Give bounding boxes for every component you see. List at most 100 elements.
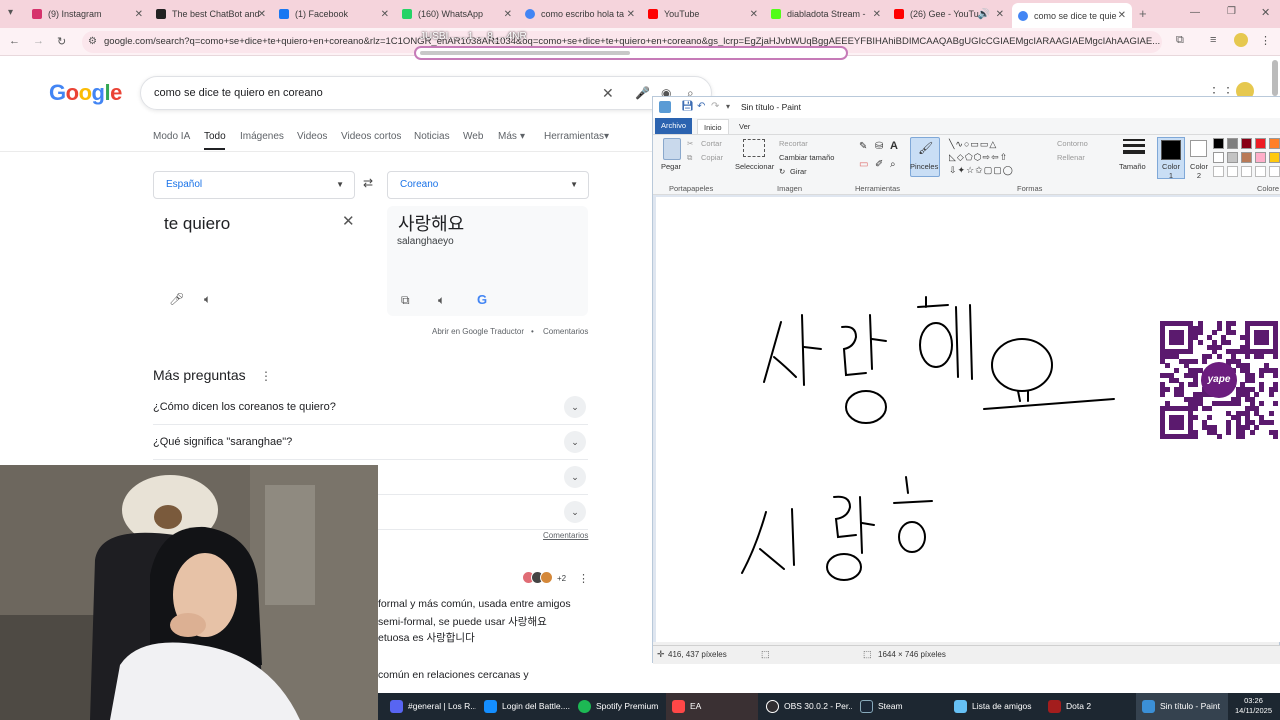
tab-google-hola[interactable]: como escribo hola ta ✕ [519,3,641,25]
tab-instagram[interactable]: (9) Instagram ✕ [26,3,149,25]
quick-access-dropdown-icon[interactable]: ▾ [726,97,730,117]
close-icon[interactable]: ✕ [996,9,1004,20]
target-language-select[interactable]: Coreano ▼ [387,171,589,199]
taskbar-dota2[interactable]: Dota 2 [1042,693,1134,720]
maximize-icon[interactable]: ❐ [1227,6,1236,17]
faq-item[interactable]: ¿Qué significa "saranghae"? ⌄ [153,425,588,460]
google-logo[interactable]: Google [49,80,122,106]
pencil-icon[interactable]: ✎ [859,141,867,152]
select-icon[interactable] [743,139,765,157]
close-window-icon[interactable]: ✕ [1261,6,1270,19]
text-icon[interactable]: A [890,140,898,152]
palette-swatch-empty[interactable] [1227,166,1238,177]
site-info-icon[interactable]: ⚙ [88,31,97,53]
taskbar-paint[interactable]: Sin título - Paint [1136,693,1228,720]
taskbar-ea[interactable]: EA [666,693,758,720]
undo-icon[interactable]: ↶ [697,97,705,117]
palette-swatch[interactable] [1241,152,1252,163]
url-scroll-thumb[interactable] [420,51,630,55]
system-clock[interactable]: 03:26 14/11/2025 [1235,696,1272,716]
nav-herramientas[interactable]: Herramientas [544,131,604,142]
media-icon[interactable]: ≡ [1210,34,1216,46]
palette-swatch[interactable] [1255,152,1266,163]
fill-icon[interactable]: ⛁ [875,141,883,152]
swap-languages-icon[interactable]: ⇄ [363,176,373,190]
paste-icon[interactable] [663,138,681,160]
taskbar-obs[interactable]: OBS 30.0.2 - Per... [760,693,852,720]
chevron-down-icon[interactable]: ⌄ [564,396,586,418]
taskbar-discord[interactable]: #general | Los R... [384,693,476,720]
magnifier-icon[interactable]: ⌕ [890,159,896,170]
chevron-down-icon[interactable]: ⌄ [564,466,586,488]
shapes-gallery-row3[interactable]: ⇩✦☆✩▢▢◯ [949,165,1014,176]
tab-chatbot[interactable]: The best ChatBot and ✕ [150,3,272,25]
mic-icon[interactable]: 🎤 [635,77,650,109]
palette-swatch-empty[interactable] [1269,166,1280,177]
translate-source-text[interactable]: te quiero [164,214,230,234]
color-picker-icon[interactable]: ✐ [875,159,883,170]
color2-swatch[interactable] [1190,140,1207,157]
close-icon[interactable]: ✕ [873,9,881,20]
minimize-icon[interactable]: — [1190,7,1200,18]
tab-google-active[interactable]: como se dice te quie ✕ [1012,3,1132,28]
speaker-icon[interactable]: 🔈︎ [204,292,211,307]
close-icon[interactable]: ✕ [627,9,635,20]
outline-button[interactable]: Contorno [1057,139,1088,148]
close-icon[interactable]: ✕ [750,9,758,20]
tab-kick[interactable]: diabladota Stream - ✕ [765,3,887,25]
tab-ver[interactable]: Ver [733,119,756,134]
palette-swatch-empty[interactable] [1213,166,1224,177]
palette-swatch[interactable] [1213,152,1224,163]
page-scrollbar-thumb[interactable] [1272,60,1278,96]
crop-button[interactable]: Recortar [779,139,808,148]
tab-youtube-gee[interactable]: (26) Gee - YouTu 🔊 ✕ [888,3,1010,25]
nav-videos-cortos[interactable]: Videos cortos [341,131,401,142]
tab-inicio[interactable]: Inicio [697,119,729,134]
reload-icon[interactable]: ↻ [57,35,66,48]
clear-icon[interactable]: ✕ [602,77,614,109]
speaker-icon[interactable]: 🔈︎ [438,293,445,308]
back-icon[interactable]: ← [9,35,20,47]
size-button[interactable]: Tamaño [1119,162,1146,171]
tab-archivo[interactable]: Archivo [655,118,693,134]
menu-icon[interactable]: ⋮ [1260,34,1271,47]
extensions-icon[interactable]: ⧉ [1176,34,1184,47]
url-scrollbar[interactable] [414,46,848,60]
close-icon[interactable]: ✕ [135,9,143,20]
faq-item[interactable]: ¿Cómo dicen los coreanos te quiero? ⌄ [153,390,588,425]
shapes-gallery-row2[interactable]: ◺◇⬠⬡⇨⇦⇧ [949,152,1008,163]
profile-avatar[interactable] [1234,33,1248,47]
eraser-icon[interactable]: ▭ [859,159,868,170]
search-input[interactable]: como se dice te quiero en coreano ✕ 🎤 ◉ … [140,76,712,110]
source-language-select[interactable]: Español ▼ [153,171,355,199]
color-palette[interactable] [1213,138,1280,180]
close-icon[interactable]: ✕ [1118,10,1126,21]
palette-swatch[interactable] [1227,138,1238,149]
source-avatars[interactable] [522,571,556,585]
palette-swatch[interactable] [1213,138,1224,149]
copy-button[interactable]: Copiar [701,153,723,162]
shapes-gallery[interactable]: ╲∿○▭▭△ [949,139,997,150]
nav-web[interactable]: Web [463,131,483,142]
more-options-icon[interactable]: ⋮ [260,369,272,383]
nav-todo[interactable]: Todo [204,131,226,142]
nav-modo-ia[interactable]: Modo IA [153,131,190,142]
close-icon[interactable]: ✕ [258,9,266,20]
nav-mas[interactable]: Más [498,131,517,142]
close-icon[interactable]: ✕ [504,9,512,20]
nav-noticias[interactable]: Noticias [414,131,450,142]
palette-swatch-empty[interactable] [1255,166,1266,177]
tab-facebook[interactable]: (1) Facebook ✕ [273,3,395,25]
tab-search-icon[interactable]: ▾ [8,7,13,18]
nav-videos[interactable]: Videos [297,131,327,142]
taskbar-friends[interactable]: Lista de amigos [948,693,1040,720]
tab-whatsapp[interactable]: (160) WhatsApp ✕ [396,3,518,25]
tab-youtube[interactable]: YouTube ✕ [642,3,764,25]
taskbar-steam[interactable]: Steam [854,693,946,720]
nav-imagenes[interactable]: Imágenes [240,131,284,142]
audio-icon[interactable]: 🔊 [978,9,990,20]
palette-swatch-empty[interactable] [1241,166,1252,177]
feedback-link[interactable]: Comentarios [543,327,588,336]
new-tab-icon[interactable]: + [1139,6,1147,21]
fill-button[interactable]: Rellenar [1057,153,1085,162]
